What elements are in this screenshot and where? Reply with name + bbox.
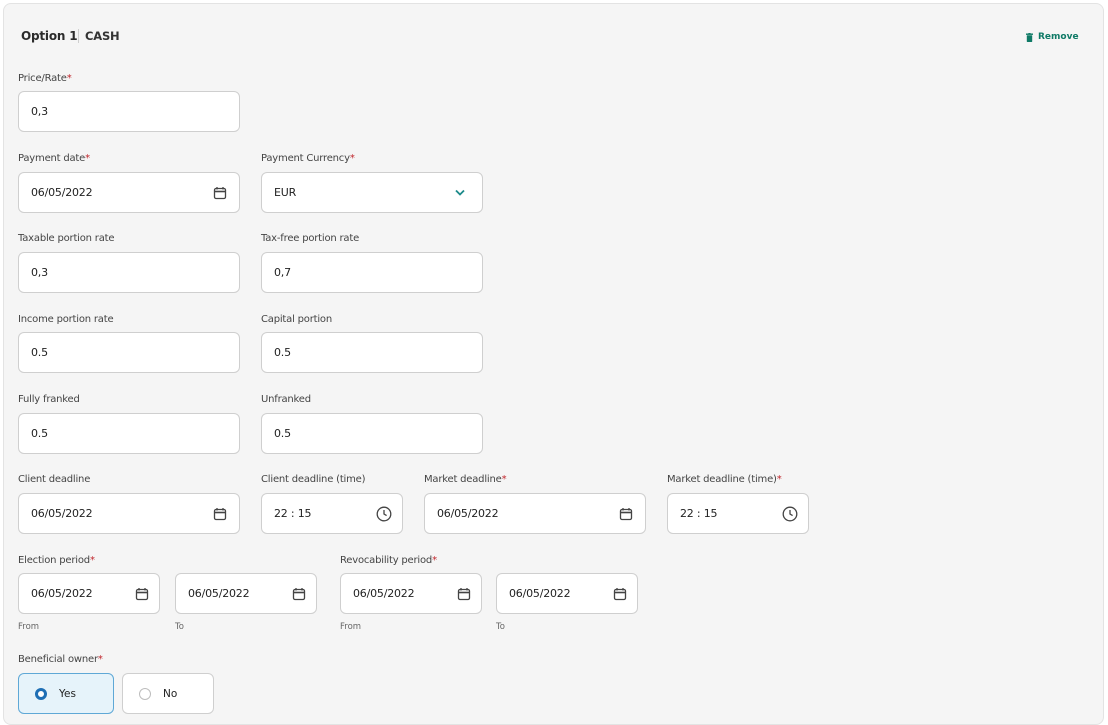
calendar-icon[interactable] [457,587,471,601]
taxfree-rate-input[interactable]: 0,7 [261,252,483,293]
payment-date-value: 06/05/2022 [31,186,93,199]
radio-selected-icon [35,687,47,700]
yes-label: Yes [59,687,76,700]
remove-button[interactable]: Remove [1026,32,1079,42]
capital-portion-value: 0.5 [274,346,291,359]
revocability-to-label: To [496,622,505,632]
market-deadline-time-value: 22 : 15 [680,507,718,520]
election-from-label: From [18,622,40,632]
capital-portion-input[interactable]: 0.5 [261,332,483,373]
price-rate-input[interactable]: 0,3 [18,91,240,132]
unfranked-input[interactable]: 0.5 [261,413,483,454]
election-period-from-input[interactable]: 06/05/2022 [18,573,160,614]
payment-currency-select[interactable]: EUR [261,172,483,213]
calendar-icon[interactable] [213,186,227,200]
header-divider [78,29,79,43]
unfranked-value: 0.5 [274,427,291,440]
election-period-from-value: 06/05/2022 [31,587,93,600]
taxable-rate-input[interactable]: 0,3 [18,252,240,293]
client-deadline-time-label: Client deadline (time) [261,474,366,485]
option-title: Option 1 [21,29,78,43]
market-deadline-label: Market deadline* [424,474,507,485]
revocability-from-label: From [340,622,362,632]
payment-currency-label: Payment Currency* [261,153,355,164]
trash-icon [1026,32,1033,42]
clock-icon[interactable] [782,506,798,522]
client-deadline-time-value: 22 : 15 [274,507,312,520]
client-deadline-value: 06/05/2022 [31,507,93,520]
election-to-label: To [175,622,184,632]
calendar-icon[interactable] [135,587,149,601]
payment-date-input[interactable]: 06/05/2022 [18,172,240,213]
election-period-to-value: 06/05/2022 [188,587,250,600]
clock-icon[interactable] [376,506,392,522]
revocability-period-to-value: 06/05/2022 [509,587,571,600]
client-deadline-label: Client deadline [18,474,91,485]
market-deadline-input[interactable]: 06/05/2022 [424,493,646,534]
income-rate-label: Income portion rate [18,314,114,325]
chevron-down-icon [455,189,465,196]
income-rate-value: 0.5 [31,346,48,359]
fully-franked-label: Fully franked [18,394,80,405]
taxfree-rate-label: Tax-free portion rate [261,233,360,244]
market-deadline-time-label: Market deadline (time)* [667,474,782,485]
taxfree-rate-value: 0,7 [274,266,291,279]
price-rate-value: 0,3 [31,105,48,118]
fully-franked-input[interactable]: 0.5 [18,413,240,454]
beneficial-owner-yes-radio[interactable]: Yes [18,673,114,714]
payment-currency-value: EUR [274,186,297,199]
beneficial-owner-label: Beneficial owner* [18,654,103,665]
election-period-to-input[interactable]: 06/05/2022 [175,573,317,614]
calendar-icon[interactable] [292,587,306,601]
fully-franked-value: 0.5 [31,427,48,440]
payment-date-label: Payment date* [18,153,90,164]
remove-label: Remove [1038,32,1079,42]
revocability-period-from-value: 06/05/2022 [353,587,415,600]
election-period-label: Election period* [18,555,95,566]
option-type: CASH [85,29,120,43]
income-rate-input[interactable]: 0.5 [18,332,240,373]
revocability-period-label: Revocability period* [340,555,437,566]
market-deadline-time-input[interactable]: 22 : 15 [667,493,809,534]
capital-portion-label: Capital portion [261,314,332,325]
calendar-icon[interactable] [613,587,627,601]
calendar-icon[interactable] [619,507,633,521]
radio-unselected-icon [139,687,151,700]
taxable-rate-value: 0,3 [31,266,48,279]
unfranked-label: Unfranked [261,394,311,405]
client-deadline-input[interactable]: 06/05/2022 [18,493,240,534]
market-deadline-value: 06/05/2022 [437,507,499,520]
taxable-rate-label: Taxable portion rate [18,233,115,244]
no-label: No [163,687,178,700]
revocability-period-to-input[interactable]: 06/05/2022 [496,573,638,614]
option-card: Option 1 CASH Remove Price/Rate* 0,3 Pay… [3,3,1104,725]
beneficial-owner-no-radio[interactable]: No [122,673,214,714]
revocability-period-from-input[interactable]: 06/05/2022 [340,573,482,614]
calendar-icon[interactable] [213,507,227,521]
client-deadline-time-input[interactable]: 22 : 15 [261,493,403,534]
price-rate-label: Price/Rate* [18,73,72,84]
